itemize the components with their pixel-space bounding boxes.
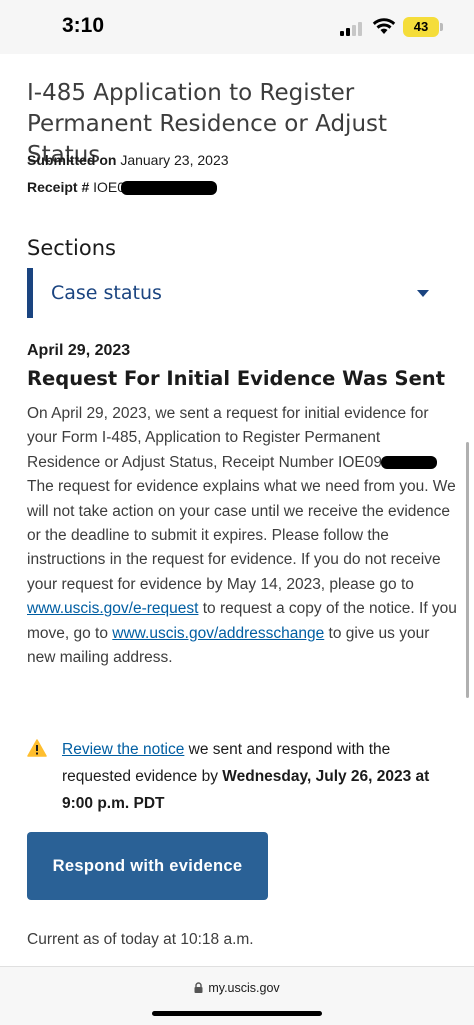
battery-tip bbox=[440, 23, 443, 31]
alert-message: Review the notice we sent and respond wi… bbox=[62, 736, 447, 817]
sections-dropdown-value: Case status bbox=[51, 282, 162, 304]
warning-icon bbox=[27, 739, 47, 757]
sections-heading: Sections bbox=[27, 236, 116, 260]
receipt-line: Receipt # IOE0 bbox=[27, 179, 218, 196]
home-indicator[interactable] bbox=[152, 1011, 322, 1016]
status-date: April 29, 2023 bbox=[27, 342, 131, 359]
receipt-label: Receipt # bbox=[27, 179, 90, 195]
redaction-mark bbox=[380, 456, 437, 470]
cellular-signal-icon bbox=[340, 20, 366, 36]
address-bar[interactable]: my.uscis.gov bbox=[0, 981, 474, 995]
address-change-link[interactable]: www.uscis.gov/addresschange bbox=[112, 625, 324, 642]
lock-icon bbox=[194, 982, 203, 993]
review-notice-link[interactable]: Review the notice bbox=[62, 741, 184, 758]
browser-bottom-bar: my.uscis.gov bbox=[0, 966, 474, 1025]
url-text: my.uscis.gov bbox=[208, 981, 280, 995]
status-description: On April 29, 2023, we sent a request for… bbox=[27, 402, 457, 670]
clock: 3:10 bbox=[62, 14, 105, 37]
respond-with-evidence-button[interactable]: Respond with evidence bbox=[27, 832, 268, 900]
redaction-mark bbox=[121, 181, 218, 196]
battery-icon: 43 bbox=[403, 17, 439, 37]
status-text-part: On April 29, 2023, we sent a request for… bbox=[27, 405, 429, 471]
chevron-down-icon bbox=[417, 290, 429, 297]
e-request-link[interactable]: www.uscis.gov/e-request bbox=[27, 600, 198, 617]
status-bar: 3:10 43 bbox=[0, 0, 474, 54]
page-content: I-485 Application to Register Permanent … bbox=[0, 54, 474, 966]
last-updated: Current as of today at 10:18 a.m. bbox=[27, 931, 254, 948]
sections-dropdown[interactable]: Case status bbox=[27, 268, 447, 318]
submitted-label: Submitted on bbox=[27, 152, 117, 168]
status-heading: Request For Initial Evidence Was Sent bbox=[27, 367, 446, 390]
scrollbar[interactable] bbox=[466, 442, 469, 698]
status-text-part: The request for evidence explains what w… bbox=[27, 478, 456, 593]
submitted-date: January 23, 2023 bbox=[120, 152, 229, 168]
wifi-icon bbox=[372, 18, 396, 34]
submitted-line: Submitted on January 23, 2023 bbox=[27, 152, 229, 168]
